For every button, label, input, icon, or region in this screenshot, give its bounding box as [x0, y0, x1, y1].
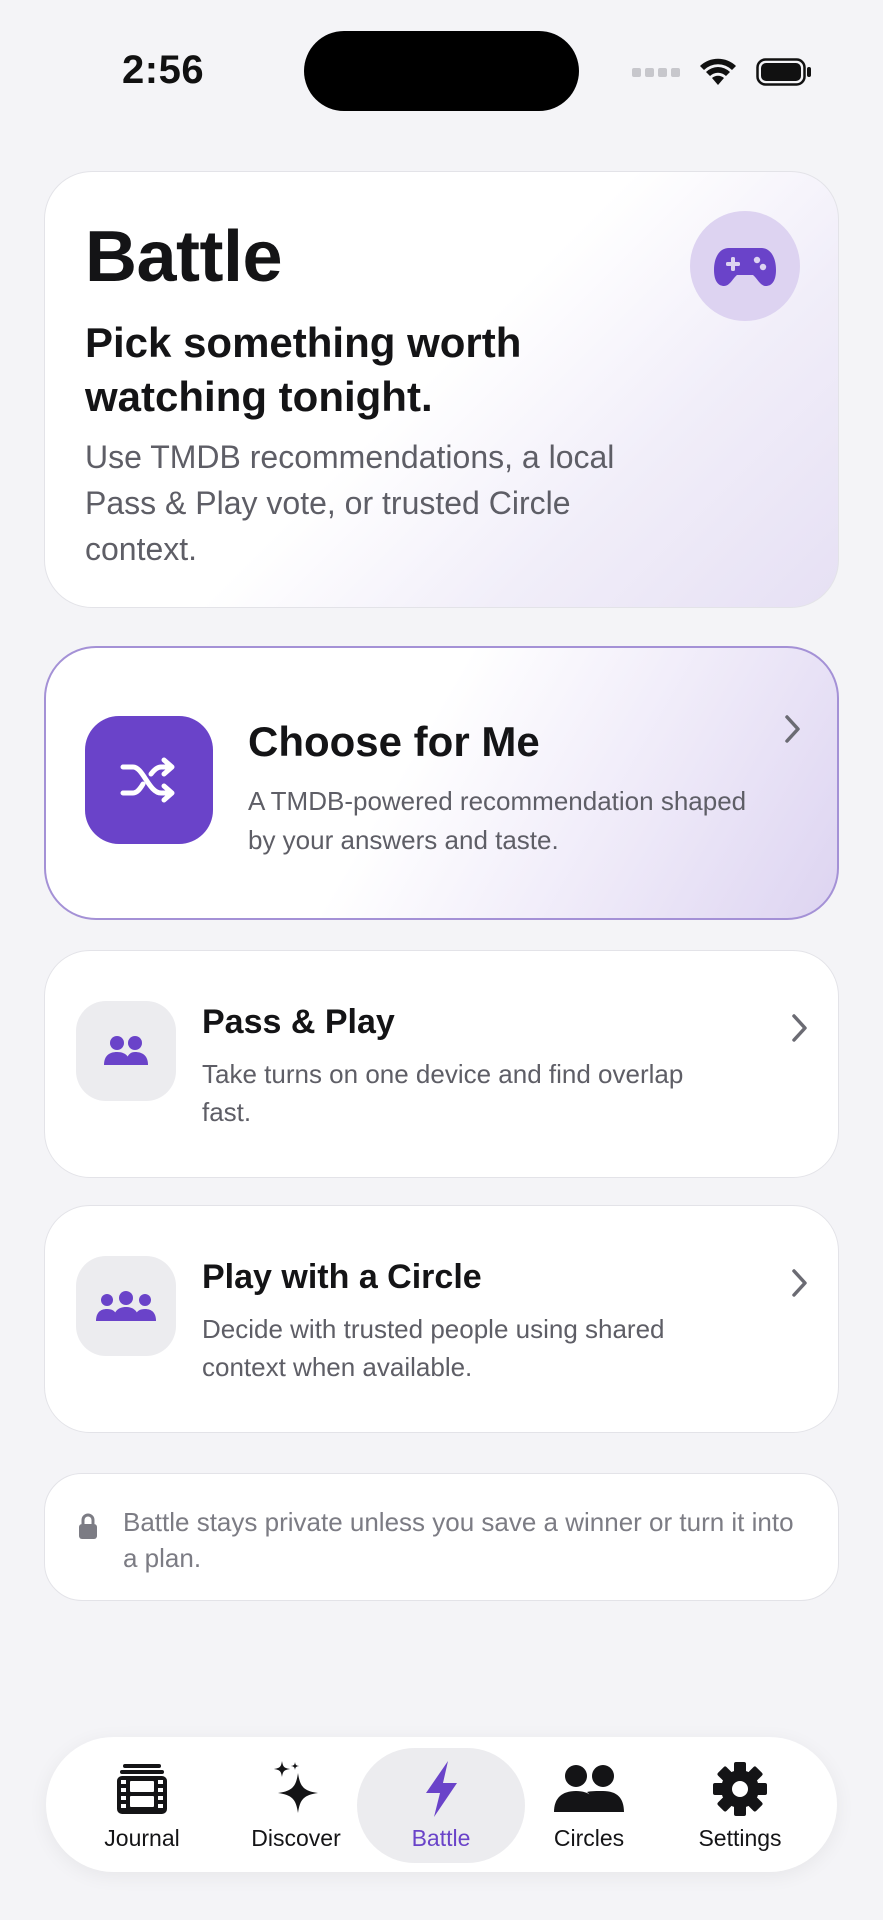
three-people-icon — [76, 1256, 176, 1356]
battle-screen: 2:56 Battle Pick something worth watchin… — [0, 0, 883, 1920]
gear-icon — [712, 1759, 768, 1819]
battle-hero-card: Battle Pick something worth watching ton… — [44, 171, 839, 608]
dynamic-island — [304, 31, 579, 111]
privacy-note: Battle stays private unless you save a w… — [44, 1473, 839, 1601]
pass-and-play-description: Take turns on one device and find overla… — [202, 1059, 684, 1127]
play-with-circle-title: Play with a Circle — [202, 1258, 482, 1296]
status-time: 2:56 — [122, 48, 205, 92]
choose-for-me-card[interactable]: Choose for Me A TMDB-powered recommendat… — [44, 646, 839, 920]
play-with-circle-description: Decide with trusted people using shared … — [202, 1314, 665, 1382]
tab-discover[interactable]: Discover — [232, 1737, 360, 1872]
tab-bar: Journal Discover Battle Circles Settings — [46, 1737, 837, 1872]
chevron-right-icon — [791, 1268, 809, 1298]
status-icons — [632, 50, 812, 94]
privacy-note-text: Battle stays private unless you save a w… — [123, 1507, 794, 1573]
hero-subtitle: Pick something worth watching tonight. — [85, 319, 522, 420]
film-stack-icon — [114, 1759, 170, 1819]
tab-settings[interactable]: Settings — [680, 1737, 800, 1872]
pass-and-play-card[interactable]: Pass & Play Take turns on one device and… — [44, 950, 839, 1178]
choose-for-me-description: A TMDB-powered recommendation shaped by … — [248, 786, 747, 855]
tab-label: Battle — [411, 1825, 471, 1851]
two-people-icon — [76, 1001, 176, 1101]
gamecontroller-icon — [690, 211, 800, 321]
tab-battle[interactable]: Battle — [381, 1737, 501, 1872]
wifi-icon — [698, 57, 738, 87]
hero-description: Use TMDB recommendations, a local Pass &… — [85, 439, 615, 567]
bolt-icon — [421, 1759, 461, 1819]
pass-and-play-title: Pass & Play — [202, 1003, 395, 1041]
tab-label: Circles — [553, 1825, 625, 1851]
chevron-right-icon — [791, 1013, 809, 1043]
chevron-right-icon — [784, 714, 802, 744]
people-icon — [553, 1759, 625, 1819]
tab-circles[interactable]: Circles — [533, 1737, 645, 1872]
tab-label: Discover — [251, 1825, 341, 1851]
choose-for-me-title: Choose for Me — [248, 718, 540, 765]
sparkles-icon — [268, 1759, 324, 1819]
tab-label: Journal — [104, 1825, 180, 1851]
shuffle-icon — [85, 716, 213, 844]
lock-icon — [78, 1512, 98, 1545]
cellular-signal-icon — [632, 67, 680, 77]
play-with-circle-card[interactable]: Play with a Circle Decide with trusted p… — [44, 1205, 839, 1433]
page-title: Battle — [85, 217, 283, 297]
tab-label: Settings — [698, 1825, 782, 1851]
battery-icon — [756, 58, 812, 86]
tab-journal[interactable]: Journal — [87, 1737, 197, 1872]
